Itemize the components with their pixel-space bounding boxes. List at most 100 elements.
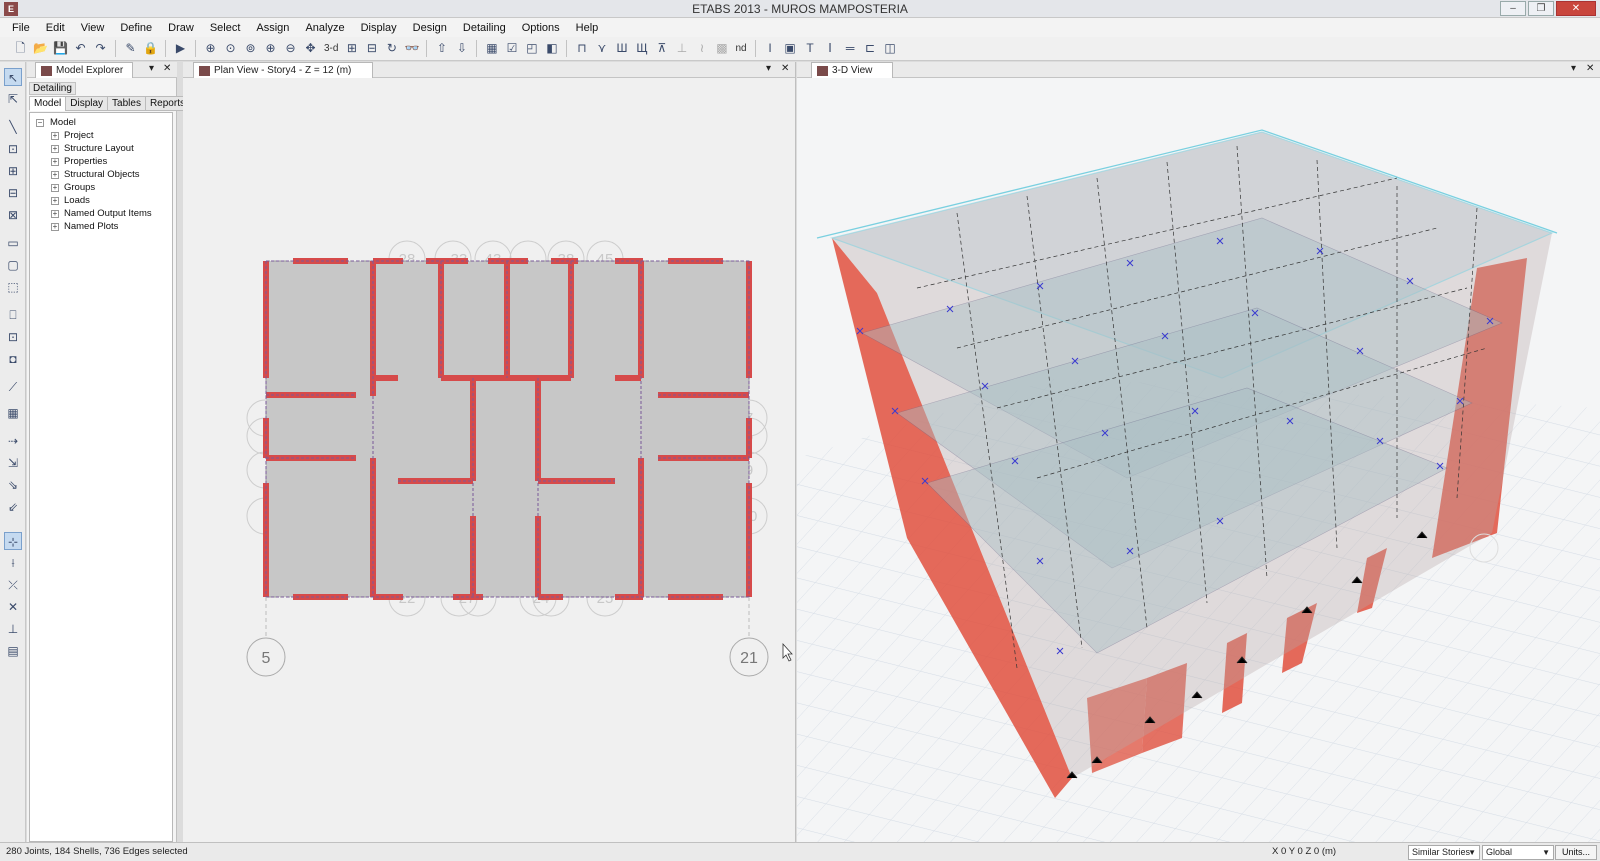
expand-icon[interactable]: + — [51, 197, 59, 205]
maximize-button[interactable]: ❐ — [1528, 1, 1554, 16]
tree-item-model[interactable]: − Model — [30, 116, 172, 129]
draw-section-cut-icon[interactable]: ⇲ — [4, 454, 22, 472]
dropdown-arrow-icon[interactable]: ▾ — [149, 63, 154, 74]
line-style-icon[interactable]: ═ — [842, 40, 859, 57]
new-model-icon[interactable]: 🗋 — [12, 40, 29, 57]
draw-secondary-beam-icon[interactable]: ⊟ — [4, 184, 22, 202]
close-pane-icon[interactable]: ✕ — [1586, 63, 1594, 74]
menu-assign[interactable]: Assign — [248, 22, 297, 34]
open-model-icon[interactable]: 📂 — [32, 40, 49, 57]
snap-lines-icon[interactable]: ⊥ — [4, 620, 22, 638]
dropdown-arrow-icon[interactable]: ▾ — [766, 63, 771, 74]
elevation-view-icon[interactable]: ⊟ — [363, 40, 380, 57]
draw-link-icon[interactable]: ⟋ — [4, 378, 22, 396]
close-button[interactable]: ✕ — [1556, 1, 1596, 16]
undo-icon[interactable]: ↶ — [72, 40, 89, 57]
draw-reference-point-icon[interactable]: ⇘ — [4, 476, 22, 494]
redo-icon[interactable]: ↷ — [92, 40, 109, 57]
support-icon[interactable]: ⊼ — [653, 40, 670, 57]
expand-icon[interactable]: + — [51, 210, 59, 218]
tab-model[interactable]: Model — [29, 96, 67, 111]
save-icon[interactable]: 💾 — [52, 40, 69, 57]
similar-stories-select[interactable]: Similar Stories ▼ — [1408, 845, 1480, 860]
zoom-out-icon[interactable]: ⊖ — [282, 40, 299, 57]
draw-beam-icon[interactable]: ⊡ — [4, 140, 22, 158]
expand-icon[interactable]: + — [51, 145, 59, 153]
tree-item-structure-layout[interactable]: + Structure Layout — [30, 142, 172, 155]
units-button[interactable]: Units... — [1555, 845, 1597, 860]
zoom-in-icon[interactable]: ⊕ — [262, 40, 279, 57]
menu-detailing[interactable]: Detailing — [455, 22, 514, 34]
plan-drawing[interactable]: 28 33 43 38 45 32 8 11 14 33 30 31 7 6 9… — [183, 78, 796, 842]
select-pointer-icon[interactable]: ↖ — [4, 68, 22, 86]
draw-rectangle-icon[interactable]: ▢ — [4, 256, 22, 274]
reshape-icon[interactable]: ⇱ — [4, 90, 22, 108]
object-shrink-icon[interactable]: ◰ — [523, 40, 540, 57]
draw-frame-icon[interactable]: ╲ — [4, 118, 22, 136]
draw-brace-icon[interactable]: ⊠ — [4, 206, 22, 224]
brace-icon[interactable]: ⋎ — [593, 40, 610, 57]
draw-opening-icon[interactable]: ◘ — [4, 350, 22, 368]
pencil-icon[interactable]: ✎ — [122, 40, 139, 57]
run-analysis-icon[interactable]: ▶ — [172, 40, 189, 57]
expand-icon[interactable]: + — [51, 171, 59, 179]
tee-section-icon[interactable]: T — [802, 40, 819, 57]
tree-item-properties[interactable]: + Properties — [30, 155, 172, 168]
plan-view-icon[interactable]: ⊞ — [343, 40, 360, 57]
snap-intersections-icon[interactable]: ⤫ — [4, 576, 22, 594]
plan-view-tab[interactable]: Plan View - Story4 - Z = 12 (m) — [193, 62, 373, 78]
nd-button[interactable]: nd — [733, 43, 748, 54]
menu-analyze[interactable]: Analyze — [297, 22, 352, 34]
area-icon[interactable]: ▩ — [713, 40, 730, 57]
wall-stack-icon[interactable]: Ш — [613, 40, 630, 57]
rotate-view-icon[interactable]: ↻ — [383, 40, 400, 57]
lock-icon[interactable]: 🔒 — [142, 40, 159, 57]
expand-icon[interactable]: + — [51, 223, 59, 231]
menu-edit[interactable]: Edit — [38, 22, 73, 34]
tree-item-named-plots[interactable]: + Named Plots — [30, 220, 172, 233]
snap-fine-grid-icon[interactable]: ▤ — [4, 642, 22, 660]
column-section-icon[interactable]: Ⅰ — [822, 40, 839, 57]
draw-dimension-icon[interactable]: ⇢ — [4, 432, 22, 450]
menu-file[interactable]: File — [4, 22, 38, 34]
perspective-icon[interactable]: 👓 — [403, 40, 420, 57]
check-model-icon[interactable]: ☑ — [503, 40, 520, 57]
beam-section-icon[interactable]: I — [762, 40, 779, 57]
tree-item-structural-objects[interactable]: + Structural Objects — [30, 168, 172, 181]
coordinate-system-select[interactable]: Global ▼ — [1482, 845, 1554, 860]
draw-wall-stack-icon[interactable]: ⊡ — [4, 328, 22, 346]
tree-item-loads[interactable]: + Loads — [30, 194, 172, 207]
draw-column-icon[interactable]: ⊞ — [4, 162, 22, 180]
model-explorer-tab[interactable]: Model Explorer — [35, 62, 133, 78]
slab-section-icon[interactable]: ▣ — [782, 40, 799, 57]
menu-view[interactable]: View — [73, 22, 113, 34]
tree-item-groups[interactable]: + Groups — [30, 181, 172, 194]
frame-icon[interactable]: ⊓ — [573, 40, 590, 57]
move-up-icon[interactable]: ⇧ — [433, 40, 450, 57]
draw-grid-icon[interactable]: ▦ — [4, 404, 22, 422]
move-down-icon[interactable]: ⇩ — [453, 40, 470, 57]
pan-icon[interactable]: ✥ — [302, 40, 319, 57]
zoom-restore-icon[interactable]: ⊙ — [222, 40, 239, 57]
menu-design[interactable]: Design — [405, 22, 455, 34]
spring-icon[interactable]: ≀ — [693, 40, 710, 57]
menu-draw[interactable]: Draw — [160, 22, 202, 34]
menu-display[interactable]: Display — [353, 22, 405, 34]
expand-icon[interactable]: + — [51, 132, 59, 140]
tab-display[interactable]: Display — [65, 96, 109, 111]
detailing-tab[interactable]: Detailing — [29, 82, 76, 95]
extrude-icon[interactable]: ◧ — [543, 40, 560, 57]
tree-item-named-output-items[interactable]: + Named Output Items — [30, 207, 172, 220]
wall-icon[interactable]: Щ — [633, 40, 650, 57]
close-pane-icon[interactable]: ✕ — [781, 63, 789, 74]
3d-model-drawing[interactable] — [797, 78, 1600, 842]
menu-options[interactable]: Options — [514, 22, 568, 34]
draw-floor-icon[interactable]: ▭ — [4, 234, 22, 252]
pier-icon[interactable]: ◫ — [882, 40, 899, 57]
snap-perpendicular-icon[interactable]: ✕ — [4, 598, 22, 616]
menu-define[interactable]: Define — [112, 22, 160, 34]
snap-points-icon[interactable]: ⊹ — [4, 532, 22, 550]
close-pane-icon[interactable]: ✕ — [163, 63, 171, 74]
channel-section-icon[interactable]: ⊏ — [862, 40, 879, 57]
quick-draw-area-icon[interactable]: ⬚ — [4, 278, 22, 296]
